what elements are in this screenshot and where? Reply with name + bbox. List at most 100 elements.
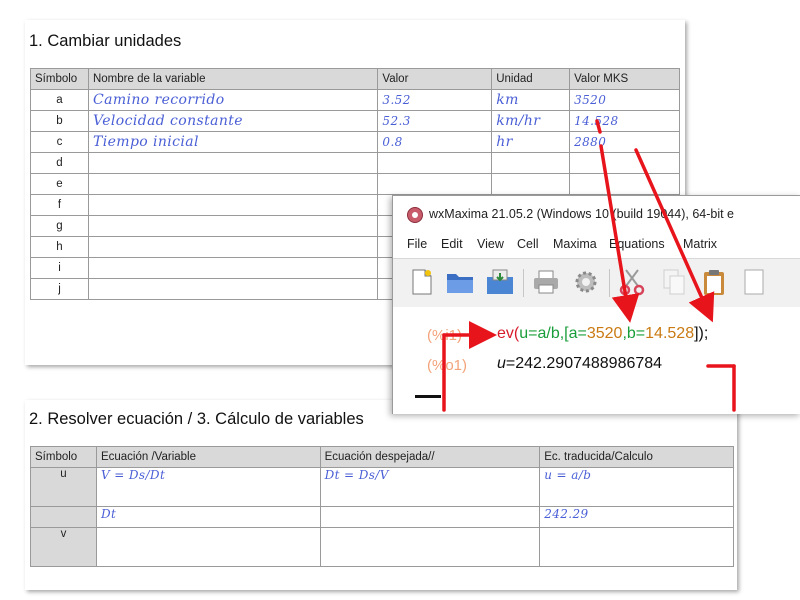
cut-scissors-icon[interactable]: [617, 267, 647, 297]
document-icon[interactable]: [739, 267, 769, 297]
header-translated-calc: Ec. traducida/Calculo: [539, 446, 734, 468]
cell-translated-calc: [539, 527, 734, 567]
cell-solved-equation: [319, 506, 541, 528]
output-equals: =: [505, 355, 516, 372]
table-row: u V = Ds/Dt Dt = Ds/V u = a/b: [30, 467, 734, 507]
wxmaxima-window: wxMaxima 21.05.2 (Windows 10 (build 1904…: [392, 195, 800, 414]
toolbar-separator: [523, 269, 524, 297]
equations-table: Símbolo Ecuación /Variable Ecuación desp…: [30, 446, 734, 567]
cell-variable-name: Tiempo inicial: [87, 131, 379, 153]
cell-variable-name: [87, 152, 379, 174]
cell-symbol: d: [30, 152, 89, 174]
cell-equation: V = Ds/Dt: [95, 467, 321, 507]
cell-symbol: c: [30, 131, 89, 153]
cell-symbol: e: [30, 173, 89, 195]
cell-mks-value: 2880: [569, 131, 680, 153]
cell-unit: [491, 173, 571, 195]
new-document-icon[interactable]: [407, 267, 437, 297]
settings-gear-icon[interactable]: [571, 267, 601, 297]
table-row: e: [30, 173, 680, 195]
open-folder-icon[interactable]: [445, 267, 475, 297]
menu-maxima[interactable]: Maxima: [553, 237, 597, 251]
toolbar-separator: [609, 269, 610, 297]
menu-matrix[interactable]: Matrix: [683, 237, 717, 251]
menu-bar: File Edit View Cell Maxima Equations Mat…: [393, 234, 800, 256]
table-row: b Velocidad constante 52.3 km/hr 14.528: [30, 110, 680, 132]
cell-variable-name: Camino recorrido: [87, 89, 379, 111]
cell-variable-name: [87, 257, 379, 279]
toolbar: [393, 258, 800, 308]
document-page-equations: 2. Resolver ecuación / 3. Cálculo de var…: [25, 400, 737, 590]
print-icon[interactable]: [531, 267, 561, 297]
window-titlebar[interactable]: wxMaxima 21.05.2 (Windows 10 (build 1904…: [393, 196, 800, 232]
header-symbol: Símbolo: [30, 68, 89, 90]
cell-symbol: v: [30, 527, 97, 567]
window-title: wxMaxima 21.05.2 (Windows 10 (build 1904…: [429, 207, 735, 221]
cell-symbol: g: [30, 215, 89, 237]
menu-edit[interactable]: Edit: [441, 237, 463, 251]
cell-mks-value: 14.528: [569, 110, 680, 132]
menu-file[interactable]: File: [407, 237, 427, 251]
cell-symbol: h: [30, 236, 89, 258]
copy-icon[interactable]: [659, 267, 689, 297]
cell-value: 52.3: [377, 110, 493, 132]
worksheet-area[interactable]: (%i1) ev(u=a/b,[a=3520,b=14.528]); (%o1)…: [393, 307, 800, 414]
table-header-row: Símbolo Ecuación /Variable Ecuación desp…: [30, 446, 734, 468]
cell-variable-name: [87, 236, 379, 258]
header-symbol: Símbolo: [30, 446, 97, 468]
table-row: c Tiempo inicial 0.8 hr 2880: [30, 131, 680, 153]
cell-solved-equation: Dt = Ds/V: [319, 467, 541, 507]
table-row: v: [30, 527, 734, 567]
section-title-units: 1. Cambiar unidades: [29, 32, 182, 50]
cell-translated-calc: 242.29: [539, 506, 734, 528]
header-equation-variable: Ecuación /Variable: [95, 446, 321, 468]
cell-equation: Dt: [95, 506, 321, 528]
cell-variable-name: [87, 173, 379, 195]
menu-equations[interactable]: Equations: [609, 237, 665, 251]
paste-clipboard-icon[interactable]: [699, 267, 729, 297]
cell-symbol: a: [30, 89, 89, 111]
cell-variable-name: [87, 194, 379, 216]
code-a-value: 3520: [586, 325, 623, 342]
header-solved-equation: Ecuación despejada//: [319, 446, 541, 468]
output-value: 242.2907488986784: [515, 355, 663, 372]
code-expression: u=a/b: [519, 325, 560, 342]
cell-symbol: f: [30, 194, 89, 216]
code-function: ev(: [497, 325, 520, 342]
cell-translated-calc: u = a/b: [539, 467, 734, 507]
input-cell[interactable]: ev(u=a/b,[a=3520,b=14.528]);: [497, 325, 708, 343]
cell-value: 3.52: [377, 89, 493, 111]
cell-unit: [491, 152, 571, 174]
cell-unit: hr: [491, 131, 571, 153]
cell-value: 0.8: [377, 131, 493, 153]
code-a-assign: a=: [568, 325, 587, 342]
wxmaxima-logo-icon: [407, 207, 423, 223]
table-row: Dt 242.29: [30, 506, 734, 528]
menu-view[interactable]: View: [477, 237, 504, 251]
table-row: a Camino recorrido 3.52 km 3520: [30, 89, 680, 111]
table-header-row: Símbolo Nombre de la variable Valor Unid…: [30, 68, 680, 90]
cell-mks-value: 3520: [569, 89, 680, 111]
cell-mks-value: [569, 152, 680, 174]
menu-cell[interactable]: Cell: [517, 237, 539, 251]
cell-value: [377, 173, 493, 195]
cell-equation: [95, 527, 321, 567]
cell-variable-name: Velocidad constante: [87, 110, 379, 132]
cell-unit: km: [491, 89, 571, 111]
cell-symbol: i: [30, 257, 89, 279]
cell-symbol: u: [30, 467, 97, 507]
cell-mks-value: [569, 173, 680, 195]
cell-value: [377, 152, 493, 174]
save-icon[interactable]: [485, 267, 515, 297]
input-label: (%i1): [427, 327, 463, 344]
table-row: d: [30, 152, 680, 174]
cell-cursor: [415, 395, 441, 398]
cell-symbol: [30, 506, 97, 528]
cell-unit: km/hr: [491, 110, 571, 132]
code-close: ]);: [694, 325, 709, 342]
code-b-value: 14.528: [645, 325, 695, 342]
output-label: (%o1): [427, 357, 468, 374]
cell-variable-name: [87, 278, 379, 300]
output-cell: u=242.2907488986784: [497, 355, 662, 373]
cell-variable-name: [87, 215, 379, 237]
